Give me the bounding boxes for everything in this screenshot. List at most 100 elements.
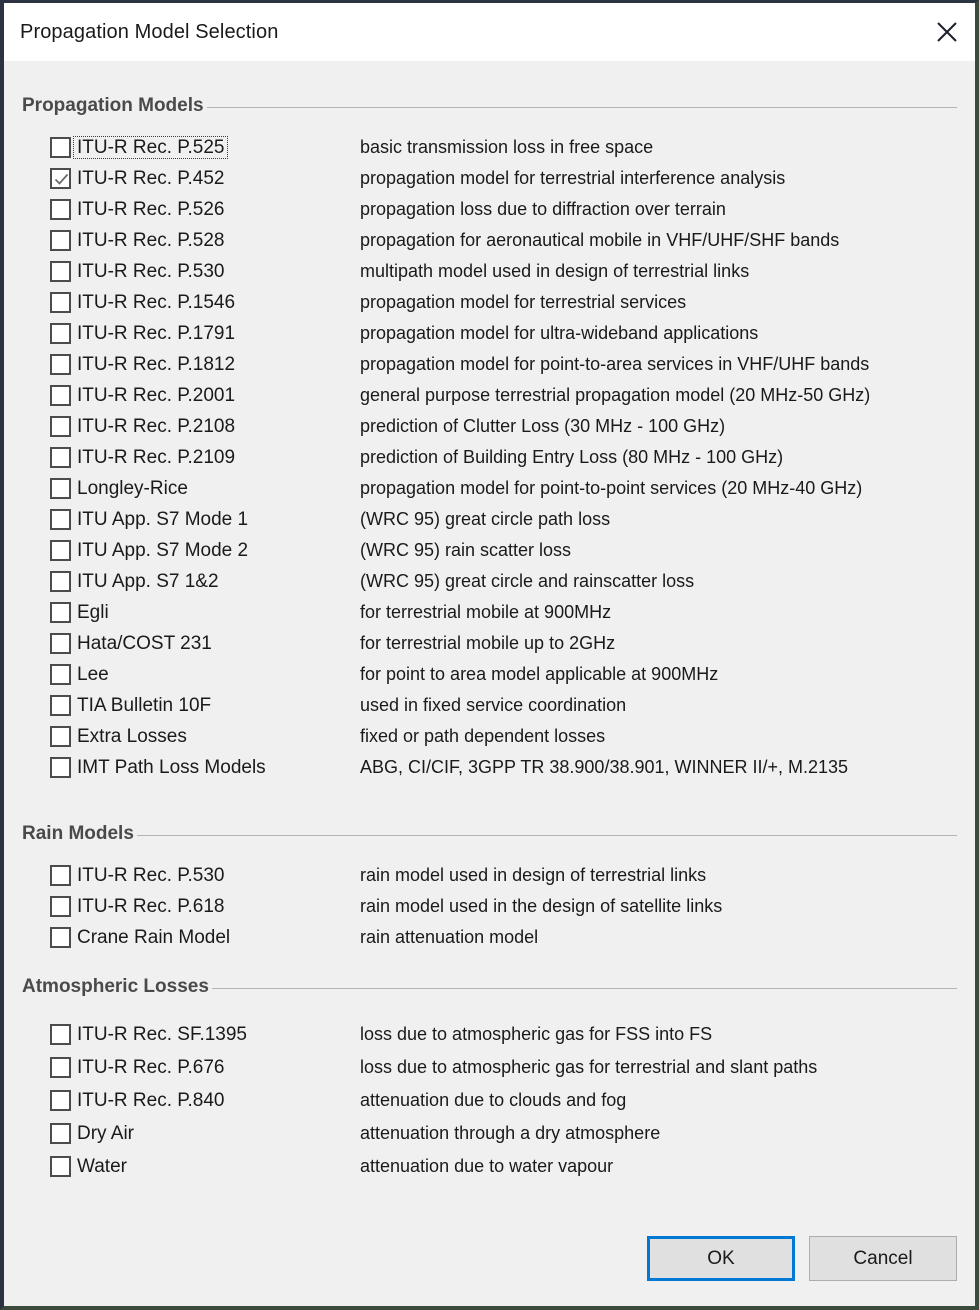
checkbox-icon[interactable] bbox=[50, 1024, 71, 1045]
checkbox-label-cell[interactable]: ITU App. S7 1&2 bbox=[50, 571, 360, 592]
checkbox-label-cell[interactable]: ITU-R Rec. P.1791 bbox=[50, 323, 360, 344]
checkbox-icon[interactable] bbox=[50, 323, 71, 344]
checkbox-row[interactable]: ITU App. S7 Mode 1 (WRC 95) great circle … bbox=[50, 504, 957, 535]
checkbox-row[interactable]: Water attenuation due to water vapour bbox=[50, 1150, 957, 1183]
checkbox-row[interactable]: ITU-R Rec. P.2001 general purpose terrest… bbox=[50, 380, 957, 411]
checkbox-label-cell[interactable]: Dry Air bbox=[50, 1123, 360, 1144]
checkbox-icon[interactable] bbox=[50, 416, 71, 437]
checkbox-row[interactable]: Longley-Rice propagation model for point-… bbox=[50, 473, 957, 504]
checkbox-label-cell[interactable]: Water bbox=[50, 1156, 360, 1177]
checkbox-label-cell[interactable]: Hata/COST 231 bbox=[50, 633, 360, 654]
checkbox-label-cell[interactable]: Crane Rain Model bbox=[50, 927, 360, 948]
checkbox-row[interactable]: ITU-R Rec. P.840 attenuation due to cloud… bbox=[50, 1084, 957, 1117]
checkbox-row[interactable]: ITU-R Rec. P.525 basic transmission loss … bbox=[50, 132, 957, 163]
checkbox-row[interactable]: ITU-R Rec. P.1791 propagation model for u… bbox=[50, 318, 957, 349]
checkbox-row[interactable]: ITU-R Rec. P.452 propagation model for te… bbox=[50, 163, 957, 194]
checkbox-icon[interactable] bbox=[50, 865, 71, 886]
checkbox-icon[interactable] bbox=[50, 230, 71, 251]
checkbox-label-cell[interactable]: ITU-R Rec. P.452 bbox=[50, 168, 360, 189]
checkbox-label-cell[interactable]: ITU-R Rec. P.1812 bbox=[50, 354, 360, 375]
checkbox-icon[interactable] bbox=[50, 571, 71, 592]
checkbox-icon[interactable] bbox=[50, 1156, 71, 1177]
checkbox-row[interactable]: ITU-R Rec. P.618 rain model used in the d… bbox=[50, 891, 957, 922]
checkbox-label-cell[interactable]: Longley-Rice bbox=[50, 478, 360, 499]
checkbox-row[interactable]: Egli for terrestrial mobile at 900MHz bbox=[50, 597, 957, 628]
checkbox-row[interactable]: ITU-R Rec. P.530 rain model used in desig… bbox=[50, 860, 957, 891]
checkbox-icon[interactable] bbox=[50, 447, 71, 468]
checkbox-label-cell[interactable]: ITU-R Rec. P.525 bbox=[50, 136, 360, 159]
checkbox-row[interactable]: ITU-R Rec. SF.1395 loss due to atmospheri… bbox=[50, 1018, 957, 1051]
checkbox-icon[interactable] bbox=[50, 757, 71, 778]
checkbox-label-cell[interactable]: ITU-R Rec. P.2109 bbox=[50, 447, 360, 468]
checkbox-row[interactable]: Crane Rain Model rain attenuation model bbox=[50, 922, 957, 953]
checkbox-icon[interactable] bbox=[50, 896, 71, 917]
checkbox-icon[interactable] bbox=[50, 602, 71, 623]
checkbox-description: basic transmission loss in free space bbox=[360, 137, 654, 157]
propagation-model-dialog: Propagation Model Selection Propagation … bbox=[0, 0, 979, 1310]
checkbox-label-cell[interactable]: Extra Losses bbox=[50, 726, 360, 747]
checkbox-row[interactable]: Dry Air attenuation through a dry atmosph… bbox=[50, 1117, 957, 1150]
checkbox-description: attenuation through a dry atmosphere bbox=[360, 1123, 661, 1143]
checkbox-label: ITU-R Rec. P.618 bbox=[77, 896, 225, 917]
checkbox-row[interactable]: Hata/COST 231 for terrestrial mobile up t… bbox=[50, 628, 957, 659]
checkbox-row[interactable]: ITU-R Rec. P.2108 prediction of Clutter L… bbox=[50, 411, 957, 442]
checkbox-icon[interactable] bbox=[50, 354, 71, 375]
checkbox-label-cell[interactable]: ITU-R Rec. SF.1395 bbox=[50, 1024, 360, 1045]
checkbox-label-cell[interactable]: ITU-R Rec. P.1546 bbox=[50, 292, 360, 313]
checkbox-icon[interactable] bbox=[50, 137, 71, 158]
checkbox-label-cell[interactable]: Lee bbox=[50, 664, 360, 685]
checkbox-icon[interactable] bbox=[50, 726, 71, 747]
checkbox-label-cell[interactable]: ITU-R Rec. P.618 bbox=[50, 896, 360, 917]
checkbox-row[interactable]: ITU-R Rec. P.528 propagation for aeronau… bbox=[50, 225, 957, 256]
checkbox-icon[interactable] bbox=[50, 199, 71, 220]
checkbox-label: Crane Rain Model bbox=[77, 927, 231, 948]
checkbox-icon[interactable] bbox=[50, 695, 71, 716]
checkbox-label: ITU-R Rec. P.676 bbox=[77, 1057, 225, 1078]
checkbox-description: rain attenuation model bbox=[360, 927, 539, 947]
checkbox-icon[interactable] bbox=[50, 261, 71, 282]
checkbox-label-cell[interactable]: ITU-R Rec. P.840 bbox=[50, 1090, 360, 1111]
checkbox-icon[interactable] bbox=[50, 385, 71, 406]
checkbox-row[interactable]: IMT Path Loss Models ABG, CI/CIF, 3GPP TR… bbox=[50, 752, 957, 783]
checkbox-icon[interactable] bbox=[50, 1123, 71, 1144]
checkbox-icon[interactable] bbox=[50, 633, 71, 654]
checkbox-label-cell[interactable]: ITU-R Rec. P.2108 bbox=[50, 416, 360, 437]
checkbox-label-cell[interactable]: ITU-R Rec. P.528 bbox=[50, 230, 360, 251]
checkbox-row[interactable]: Lee for point to area model applicable at… bbox=[50, 659, 957, 690]
checkbox-checked-icon[interactable] bbox=[50, 168, 71, 189]
checkbox-row[interactable]: ITU App. S7 Mode 2 (WRC 95) rain scatter … bbox=[50, 535, 957, 566]
checkbox-row[interactable]: Extra Losses fixed or path dependent loss… bbox=[50, 721, 957, 752]
ok-button[interactable]: OK bbox=[647, 1236, 795, 1281]
checkbox-label: ITU-R Rec. P.530 bbox=[77, 261, 225, 282]
checkbox-label-cell[interactable]: ITU-R Rec. P.530 bbox=[50, 261, 360, 282]
checkbox-label-cell[interactable]: ITU-R Rec. P.676 bbox=[50, 1057, 360, 1078]
checkbox-row[interactable]: ITU-R Rec. P.530 multipath model used in … bbox=[50, 256, 957, 287]
checkbox-icon[interactable] bbox=[50, 292, 71, 313]
checkbox-icon[interactable] bbox=[50, 509, 71, 530]
checkbox-row[interactable]: ITU-R Rec. P.676 loss due to atmospheric … bbox=[50, 1051, 957, 1084]
checkbox-row[interactable]: ITU-R Rec. P.1546 propagation model for t… bbox=[50, 287, 957, 318]
checkbox-label-cell[interactable]: ITU-R Rec. P.526 bbox=[50, 199, 360, 220]
checkbox-row[interactable]: TIA Bulletin 10F used in fixed service co… bbox=[50, 690, 957, 721]
checkbox-icon[interactable] bbox=[50, 540, 71, 561]
close-icon[interactable] bbox=[919, 3, 975, 61]
checkbox-label-cell[interactable]: Egli bbox=[50, 602, 360, 623]
checkbox-label-cell[interactable]: ITU-R Rec. P.2001 bbox=[50, 385, 360, 406]
checkbox-label: ITU App. S7 Mode 2 bbox=[77, 540, 249, 561]
checkbox-label-cell[interactable]: TIA Bulletin 10F bbox=[50, 695, 360, 716]
checkbox-description: prediction of Clutter Loss (30 MHz - 100… bbox=[360, 416, 726, 436]
checkbox-label-cell[interactable]: IMT Path Loss Models bbox=[50, 757, 360, 778]
checkbox-icon[interactable] bbox=[50, 478, 71, 499]
checkbox-label-cell[interactable]: ITU App. S7 Mode 2 bbox=[50, 540, 360, 561]
checkbox-icon[interactable] bbox=[50, 1057, 71, 1078]
checkbox-row[interactable]: ITU-R Rec. P.1812 propagation model for p… bbox=[50, 349, 957, 380]
checkbox-row[interactable]: ITU-R Rec. P.2109 prediction of Building … bbox=[50, 442, 957, 473]
checkbox-row[interactable]: ITU App. S7 1&2 (WRC 95) great circle and… bbox=[50, 566, 957, 597]
checkbox-label-cell[interactable]: ITU App. S7 Mode 1 bbox=[50, 509, 360, 530]
checkbox-icon[interactable] bbox=[50, 927, 71, 948]
checkbox-icon[interactable] bbox=[50, 664, 71, 685]
checkbox-label-cell[interactable]: ITU-R Rec. P.530 bbox=[50, 865, 360, 886]
checkbox-icon[interactable] bbox=[50, 1090, 71, 1111]
checkbox-row[interactable]: ITU-R Rec. P.526 propagation loss due to … bbox=[50, 194, 957, 225]
cancel-button[interactable]: Cancel bbox=[809, 1236, 957, 1281]
